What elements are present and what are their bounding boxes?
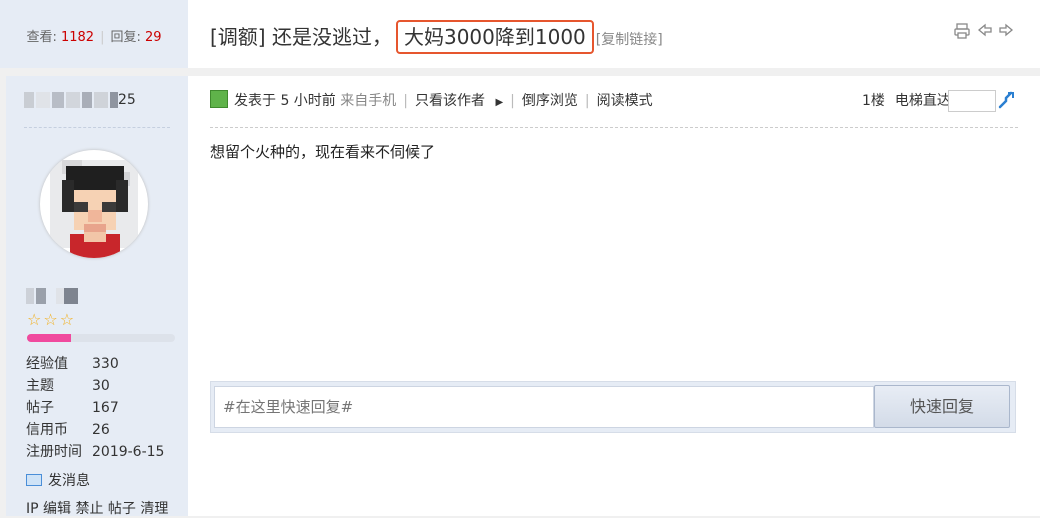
author-stat-label: 注册时间	[26, 444, 82, 460]
reverse-order-link[interactable]: 倒序浏览	[522, 93, 578, 109]
replies-count: 29	[145, 30, 162, 45]
author-stat-row: 经验值 330	[26, 353, 181, 375]
post-source: 来自手机	[340, 93, 397, 109]
views-label: 查看:	[26, 30, 57, 45]
author-stat-value: 330	[92, 356, 119, 372]
author-stat-value: 2019-6-15	[92, 444, 165, 460]
author-username[interactable]: 25	[24, 92, 136, 110]
thread-title-prefix: [调额] 还是没逃过，	[210, 25, 392, 49]
elevator-jump-icon[interactable]	[997, 90, 1017, 110]
author-stats: 经验值 330 主题 30 帖子 167 信用币 26 注册时间 2019-6-15	[26, 353, 181, 463]
author-stat-label: 帖子	[26, 400, 54, 416]
username-mosaic	[52, 92, 64, 108]
author-stat-label: 经验值	[26, 356, 68, 372]
thread-title: [调额] 还是没逃过， 大妈3000降到1000 [复制链接]	[210, 20, 663, 54]
username-visible-suffix: 25	[118, 92, 136, 108]
author-stat-row: 信用币 26	[26, 419, 181, 441]
level-progress-fill	[27, 334, 72, 342]
send-message-link[interactable]: 发消息	[26, 470, 90, 490]
caret-right-icon[interactable]: ▶	[495, 97, 503, 108]
username-mosaic	[82, 92, 92, 108]
copy-link-button[interactable]: [复制链接]	[596, 32, 663, 48]
jump-label: 电梯直达	[894, 93, 951, 109]
username-mosaic	[66, 92, 80, 108]
thread-stats: 查看: 1182 | 回复: 29	[0, 26, 188, 45]
floor-number: 1楼 电梯直达	[862, 90, 951, 112]
username-mosaic	[24, 92, 34, 108]
user-group[interactable]	[26, 286, 86, 304]
quick-reply-button[interactable]: 快速回复	[874, 385, 1010, 428]
post-time: 发表于 5 小时前	[234, 93, 336, 109]
stats-divider: |	[100, 30, 105, 45]
mail-icon	[26, 474, 42, 486]
username-mosaic	[94, 92, 108, 108]
author-stat-label: 信用币	[26, 422, 68, 438]
author-stat-label: 主题	[26, 378, 54, 394]
replies-label: 回复:	[110, 30, 141, 45]
quick-reply-input[interactable]	[214, 386, 874, 428]
rank-stars-icon: ☆☆☆	[27, 310, 77, 329]
author-stat-value: 30	[92, 378, 110, 394]
next-thread-icon[interactable]	[997, 22, 1015, 40]
thread-title-highlight: 大妈3000降到1000	[395, 20, 594, 54]
group-mosaic	[36, 288, 46, 304]
author-stat-row: 帖子 167	[26, 397, 181, 419]
pipe-divider: |	[584, 93, 590, 109]
author-stat-value: 26	[92, 422, 110, 438]
group-mosaic	[64, 288, 78, 304]
prev-thread-icon[interactable]	[976, 22, 994, 40]
username-mosaic	[36, 92, 50, 108]
author-stat-row: 注册时间 2019-6-15	[26, 441, 181, 463]
send-message-label: 发消息	[48, 473, 90, 489]
pipe-divider: |	[403, 93, 408, 109]
group-mosaic	[56, 288, 64, 304]
only-author-link[interactable]: 只看该作者	[415, 93, 485, 109]
group-mosaic	[26, 288, 34, 304]
post-divider	[210, 127, 1018, 128]
level-progress-bar	[27, 334, 175, 342]
avatar[interactable]	[40, 150, 148, 258]
sidebar-divider	[24, 127, 170, 128]
username-mosaic	[110, 92, 118, 108]
online-status-icon	[210, 90, 228, 108]
author-stat-row: 主题 30	[26, 375, 181, 397]
admin-links[interactable]: IP 编辑 禁止 帖子 清理	[26, 498, 168, 518]
author-stat-value: 167	[92, 400, 119, 416]
floor-label: 1楼	[862, 93, 885, 109]
floor-jump-input[interactable]	[948, 90, 996, 112]
read-mode-link[interactable]: 阅读模式	[597, 93, 653, 109]
print-icon[interactable]	[953, 22, 971, 40]
post-content: 想留个火种的，现在看来不伺候了	[210, 143, 436, 161]
views-count: 1182	[60, 30, 95, 45]
pipe-divider: |	[510, 93, 515, 109]
